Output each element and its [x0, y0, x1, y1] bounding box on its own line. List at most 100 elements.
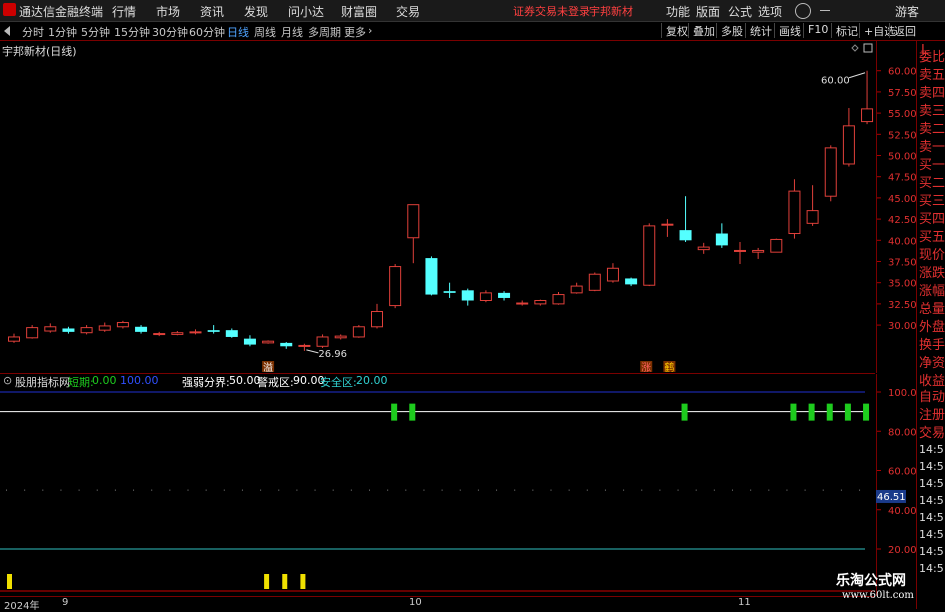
candle-body	[661, 223, 674, 226]
candle-body	[316, 336, 329, 347]
green-signal-bar	[409, 403, 416, 421]
rp-sell5: 卖五	[919, 68, 945, 83]
tool-draw[interactable]: 画线	[774, 23, 801, 38]
rp-change: 涨跌	[919, 266, 945, 281]
period-timeshare[interactable]: 分时	[22, 24, 44, 40]
menu-discover[interactable]: 发现	[244, 3, 268, 20]
date-axis: 2024年 9 10 11	[0, 596, 875, 612]
candle-body	[479, 292, 492, 301]
menu-ask[interactable]: 问小达	[288, 3, 324, 20]
candle-body	[298, 344, 311, 347]
menu-trade[interactable]: 交易	[396, 3, 420, 20]
price-tick-label: 55.00	[888, 109, 916, 120]
yellow-signal-bar	[7, 574, 12, 589]
menu-formula[interactable]: 公式	[728, 3, 752, 20]
rp-buy1: 买一	[919, 158, 945, 173]
menu-market[interactable]: 市场	[156, 3, 180, 20]
rp-turnover: 换手	[919, 338, 945, 353]
candle-body	[98, 325, 111, 331]
rp-auto[interactable]: 自动	[919, 386, 945, 405]
strong-weak-dot	[677, 489, 679, 491]
tag-zhang: 涨	[641, 362, 651, 373]
tool-stats[interactable]: 统计	[745, 23, 772, 38]
period-daily[interactable]: 日线	[227, 24, 249, 40]
right-quote-panel: L 委比 卖五 卖四 卖三 卖二 卖一 买一 买二 买三 买四 买五 现价 涨跌…	[916, 41, 945, 609]
price-tick-label: 35.00	[888, 279, 916, 290]
candle-body	[824, 147, 837, 197]
help-icon[interactable]	[795, 3, 811, 19]
strong-weak-dot	[332, 489, 334, 491]
menu-layout[interactable]: 版面	[696, 3, 720, 20]
price-tick-label: 60.00	[888, 67, 916, 78]
strong-weak-dot	[568, 489, 570, 491]
yellow-signal-bar	[264, 574, 270, 589]
strong-weak-dot	[695, 489, 697, 491]
tool-overlay[interactable]: 叠加	[688, 23, 715, 38]
period-monthly[interactable]: 月线	[281, 24, 303, 40]
candle-body	[461, 290, 474, 301]
indicator-header: ⊙ 股朋指标网 短期: 0.00 100.00 强弱分界: 50.00 警戒区:…	[0, 374, 875, 389]
indicator-short-value: 0.00	[92, 374, 117, 387]
tool-mark[interactable]: 标记	[831, 23, 858, 38]
period-1min[interactable]: 1分钟	[48, 24, 77, 40]
period-weekly[interactable]: 周线	[254, 24, 276, 40]
current-value-label: 46.51	[877, 492, 906, 503]
rp-time: 14:5	[919, 511, 944, 524]
strong-weak-dot	[859, 489, 861, 491]
price-axis: 30.00 32.50 35.00 37.50 40.00 42.50 45.00 47.50…	[876, 41, 916, 373]
candle-body	[116, 322, 129, 328]
minimize-icon[interactable]	[820, 10, 830, 11]
login-notice[interactable]: 证券交易未登录	[513, 3, 590, 19]
strong-weak-dot	[187, 489, 189, 491]
menu-options[interactable]: 选项	[758, 3, 782, 20]
period-multi[interactable]: 多周期	[308, 24, 341, 40]
indicator-tick-label: 20.00	[888, 545, 916, 556]
strong-weak-dot	[659, 489, 661, 491]
menu-news[interactable]: 资讯	[200, 3, 224, 20]
candle-body	[262, 340, 275, 344]
period-30min[interactable]: 30分钟	[152, 24, 188, 40]
indicator-mid-value: 100.00	[120, 374, 159, 387]
candle-body	[697, 246, 710, 251]
strong-weak-dot	[786, 489, 788, 491]
candle-body	[80, 327, 93, 334]
watermark-url: www.60lt.com	[842, 590, 914, 601]
period-more[interactable]: 更多	[344, 24, 366, 40]
strong-weak-dot	[60, 489, 62, 491]
watermark-name: 乐淘公式网	[836, 573, 906, 589]
tool-return[interactable]: 返回	[889, 23, 916, 38]
rp-time: 14:5	[919, 545, 944, 558]
tool-f10[interactable]: F10	[803, 23, 828, 38]
green-signal-bar	[391, 403, 398, 421]
indicator-chart[interactable]	[0, 388, 875, 596]
candle-body	[842, 125, 855, 165]
price-tick-label: 57.50	[888, 88, 916, 99]
period-15min[interactable]: 15分钟	[114, 24, 150, 40]
indicator-toggle-icon[interactable]: ⊙	[3, 374, 12, 387]
candlestick-chart[interactable]: 60.00 26.96 溢 涨 鹤	[0, 41, 875, 373]
tool-multi-stock[interactable]: 多股	[716, 23, 743, 38]
yellow-signal-bar	[300, 574, 306, 589]
rp-buy3: 买三	[919, 194, 945, 209]
tool-adjust[interactable]: 复权	[661, 23, 688, 38]
candle-body	[153, 333, 166, 336]
period-5min[interactable]: 5分钟	[81, 24, 110, 40]
rp-register[interactable]: 注册	[919, 404, 945, 423]
candle-body	[643, 225, 656, 286]
user-label[interactable]: 游客	[895, 3, 919, 20]
date-label-nov: 11	[738, 597, 751, 608]
period-toolbar: 分时 1分钟 5分钟 15分钟 30分钟 60分钟 日线 周线 月线 多周期 更…	[0, 22, 945, 41]
candle-body	[26, 327, 39, 339]
menu-function[interactable]: 功能	[666, 3, 690, 20]
candle-body	[389, 266, 402, 307]
chevron-right-icon[interactable]: ›	[368, 24, 372, 37]
green-signal-bar	[863, 403, 870, 421]
back-arrow-icon[interactable]	[4, 26, 10, 36]
price-tick-label: 50.00	[888, 152, 916, 163]
rp-price: 现价	[919, 248, 945, 263]
menu-quotes[interactable]: 行情	[112, 3, 136, 20]
menu-wealth[interactable]: 财富圈	[341, 3, 377, 20]
period-60min[interactable]: 60分钟	[189, 24, 225, 40]
rp-trade[interactable]: 交易	[919, 422, 945, 441]
rp-time: 14:5	[919, 460, 944, 473]
